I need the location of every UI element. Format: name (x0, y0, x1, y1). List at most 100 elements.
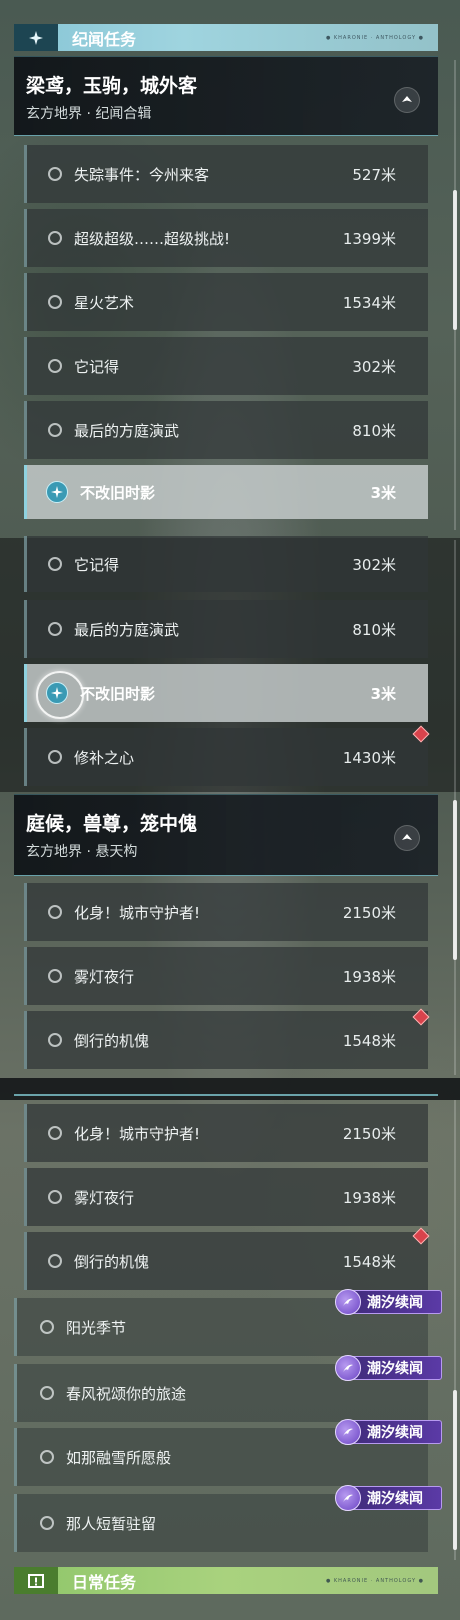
quest-name: 化身！城市守护者! (74, 1124, 201, 1143)
quest-status-circle (48, 969, 62, 983)
quest-status-circle (48, 1254, 62, 1268)
chapter-title: 梁鸢，玉驹，城外客 (26, 75, 198, 97)
daily-quests-title: 日常任务 (72, 1572, 137, 1592)
chapter-subtitle: 玄方地界 · 悬天构 (26, 844, 138, 860)
quest-name: 不改旧时影 (80, 483, 156, 502)
quest-name: 最后的方庭演武 (74, 620, 180, 639)
quest-status-circle (40, 1516, 54, 1530)
tide-badge: 潮汐续闻 (335, 1355, 442, 1381)
tide-badge-label: 潮汐续闻 (367, 1491, 423, 1507)
quest-name: 失踪事件：今州来客 (74, 165, 210, 184)
scrollbar-thumb[interactable] (453, 190, 457, 330)
quest-row-tracked[interactable]: 不改旧时影 3米 (24, 465, 428, 519)
quest-status-circle (48, 1033, 62, 1047)
quest-status-circle (48, 750, 62, 764)
quest-status-circle (48, 295, 62, 309)
quest-distance: 810米 (352, 421, 396, 440)
chapter-header[interactable]: 梁鸢，玉驹，城外客 玄方地界 · 纪闻合辑 (14, 56, 438, 136)
quest-name: 超级超级……超级挑战! (74, 229, 231, 248)
quest-name: 雾灯夜行 (74, 967, 135, 986)
quest-name: 它记得 (74, 555, 120, 574)
story-quests-title: 纪闻任务 (72, 29, 137, 49)
quest-distance: 1430米 (342, 748, 396, 767)
track-target-icon (46, 481, 68, 503)
chapter-title: 庭候，兽尊，笼中傀 (26, 813, 198, 835)
quest-name: 它记得 (74, 357, 120, 376)
quest-row[interactable]: 雾灯夜行 1938米 (24, 947, 428, 1005)
selection-ring (36, 671, 84, 719)
quest-name: 星火艺术 (74, 293, 135, 312)
quest-row[interactable]: 修补之心 1430米 (24, 728, 428, 786)
quest-row[interactable]: 超级超级……超级挑战! 1399米 (24, 209, 428, 267)
quest-status-circle (40, 1386, 54, 1400)
quest-row[interactable]: 它记得 302米 (24, 337, 428, 395)
quest-name: 阳光季节 (66, 1318, 127, 1337)
quest-distance: 302米 (352, 357, 396, 376)
tide-badge-label: 潮汐续闻 (367, 1361, 423, 1377)
quest-status-circle (48, 905, 62, 919)
quest-status-circle (48, 557, 62, 571)
tide-wave-icon (335, 1355, 361, 1381)
quest-distance: 810米 (352, 620, 396, 639)
quest-name: 不改旧时影 (80, 684, 156, 703)
quest-distance: 1548米 (342, 1252, 396, 1271)
quest-row[interactable]: 倒行的机傀 1548米 (24, 1232, 428, 1290)
quest-name: 倒行的机傀 (74, 1031, 150, 1050)
quest-name: 那人短暂驻留 (66, 1514, 157, 1533)
quest-distance: 1938米 (342, 967, 396, 986)
collapse-chevron-icon[interactable] (394, 87, 420, 113)
quest-status-circle (48, 1126, 62, 1140)
quest-status-circle (48, 1190, 62, 1204)
chapter-subtitle: 玄方地界 · 纪闻合辑 (26, 106, 152, 122)
story-quests-header[interactable]: 纪闻任务 ● KHARONIE · ANTHOLOGY ● (14, 24, 438, 51)
quest-distance: 2150米 (342, 1124, 396, 1143)
quest-row[interactable]: 化身！城市守护者! 2150米 (24, 883, 428, 941)
quest-row[interactable]: 雾灯夜行 1938米 (24, 1168, 428, 1226)
tide-wave-icon (335, 1289, 361, 1315)
quest-distance: 3米 (370, 684, 396, 703)
quest-name: 修补之心 (74, 748, 135, 767)
scrollbar-thumb[interactable] (453, 800, 457, 960)
collapse-chevron-icon[interactable] (394, 825, 420, 851)
scroll-seam-band (0, 1078, 460, 1100)
quest-name: 如那融雪所愿般 (66, 1448, 172, 1467)
daily-quests-header[interactable]: 日常任务 ● KHARONIE · ANTHOLOGY ● (14, 1567, 438, 1594)
tide-badge: 潮汐续闻 (335, 1289, 442, 1315)
quest-status-circle (40, 1320, 54, 1334)
quest-name: 最后的方庭演武 (74, 421, 180, 440)
quest-distance: 3米 (370, 483, 396, 502)
quest-distance: 302米 (352, 555, 396, 574)
quest-row[interactable]: 倒行的机傀 1548米 (24, 1011, 428, 1069)
tide-wave-icon (335, 1419, 361, 1445)
quest-status-circle (48, 231, 62, 245)
quest-status-circle (48, 622, 62, 636)
quest-row[interactable]: 最后的方庭演武 810米 (24, 600, 428, 658)
chapter-header[interactable]: 庭候，兽尊，笼中傀 玄方地界 · 悬天构 (14, 794, 438, 876)
quest-row[interactable]: 星火艺术 1534米 (24, 273, 428, 331)
chapter-divider (14, 1094, 438, 1096)
quest-distance: 1548米 (342, 1031, 396, 1050)
tide-badge-label: 潮汐续闻 (367, 1425, 423, 1441)
quest-distance: 1399米 (342, 229, 396, 248)
quest-status-circle (48, 167, 62, 181)
quest-name: 化身！城市守护者! (74, 903, 201, 922)
quest-row-tracked[interactable]: 不改旧时影 3米 (24, 664, 428, 722)
tide-badge: 潮汐续闻 (335, 1485, 442, 1511)
scrollbar-thumb[interactable] (453, 1390, 457, 1550)
quest-row[interactable]: 化身！城市守护者! 2150米 (24, 1104, 428, 1162)
quest-row[interactable]: 最后的方庭演武 810米 (24, 401, 428, 459)
quest-status-circle (48, 359, 62, 373)
quest-distance: 2150米 (342, 903, 396, 922)
quest-row[interactable]: 它记得 302米 (24, 536, 428, 592)
quest-distance: 527米 (352, 165, 396, 184)
tide-badge-label: 潮汐续闻 (367, 1295, 423, 1311)
story-quests-tag: ● KHARONIE · ANTHOLOGY ● (325, 34, 424, 41)
quest-status-circle (40, 1450, 54, 1464)
quest-row[interactable]: 失踪事件：今州来客 527米 (24, 145, 428, 203)
daily-quests-tag: ● KHARONIE · ANTHOLOGY ● (325, 1577, 424, 1584)
quest-name: 雾灯夜行 (74, 1188, 135, 1207)
tide-wave-icon (335, 1485, 361, 1511)
quest-distance: 1534米 (342, 293, 396, 312)
tide-badge: 潮汐续闻 (335, 1419, 442, 1445)
quest-name: 春风祝颂你的旅途 (66, 1384, 187, 1403)
